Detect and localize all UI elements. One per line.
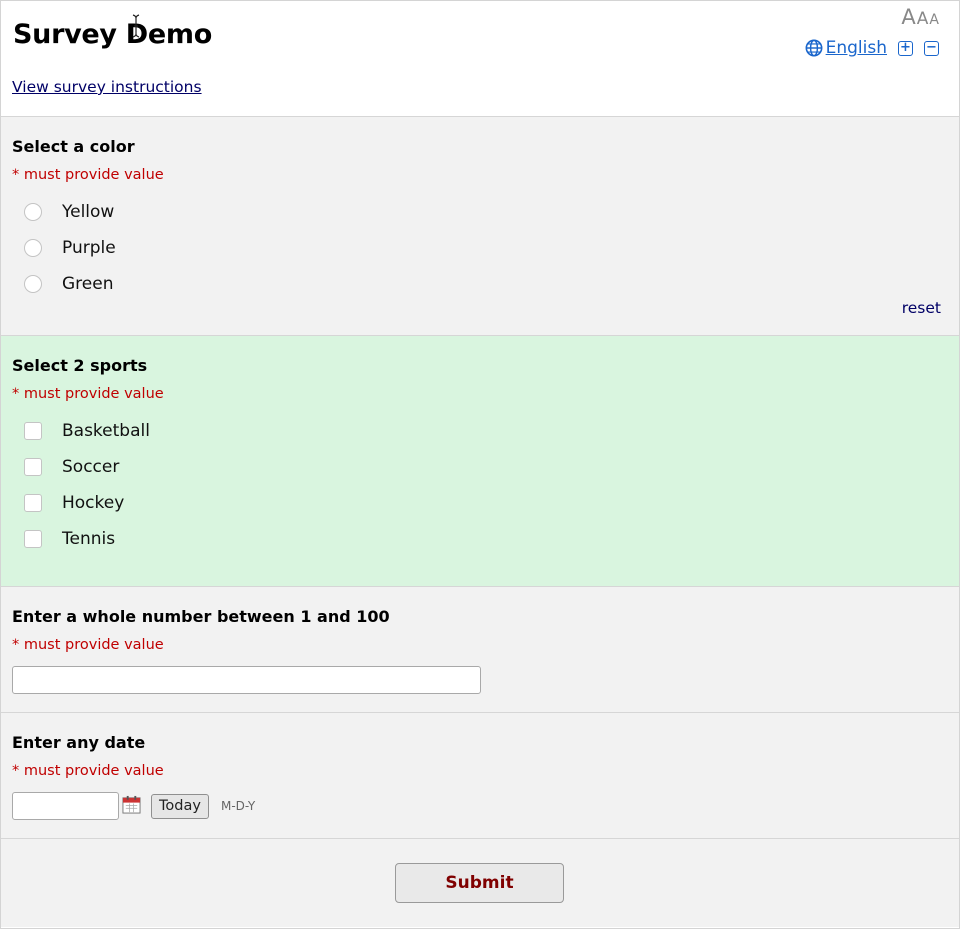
- question-color: Select a color * must provide value Yell…: [1, 117, 959, 336]
- checkbox[interactable]: [24, 494, 42, 512]
- checkbox-option-soccer[interactable]: Soccer: [24, 457, 119, 477]
- text-size-large[interactable]: A: [901, 7, 915, 28]
- option-label: Basketball: [62, 421, 150, 441]
- zoom-out-icon[interactable]: −: [924, 40, 939, 56]
- radio-button[interactable]: [24, 203, 42, 221]
- required-note: * must provide value: [12, 763, 164, 779]
- radio-button[interactable]: [24, 239, 42, 257]
- language-bar: English + −: [805, 38, 939, 58]
- question-number: Enter a whole number between 1 and 100 *…: [1, 587, 959, 713]
- text-size-medium[interactable]: A: [917, 11, 929, 28]
- date-input[interactable]: [12, 792, 119, 820]
- calendar-icon[interactable]: [122, 795, 141, 814]
- language-label[interactable]: English: [826, 38, 887, 58]
- radio-button[interactable]: [24, 275, 42, 293]
- option-label: Purple: [62, 238, 116, 258]
- question-label: Select 2 sports: [12, 356, 148, 375]
- checkbox-option-hockey[interactable]: Hockey: [24, 493, 124, 513]
- submit-area: Submit: [1, 839, 959, 927]
- radio-option-purple[interactable]: Purple: [24, 238, 116, 258]
- text-size-small[interactable]: A: [929, 13, 939, 27]
- language-selector[interactable]: English: [805, 38, 887, 58]
- number-input[interactable]: [12, 666, 481, 694]
- required-note: * must provide value: [12, 386, 164, 402]
- reset-link[interactable]: reset: [902, 299, 941, 317]
- checkbox[interactable]: [24, 422, 42, 440]
- question-sports: Select 2 sports * must provide value Bas…: [1, 336, 959, 587]
- radio-option-green[interactable]: Green: [24, 274, 113, 294]
- today-button[interactable]: Today: [151, 794, 209, 819]
- option-label: Yellow: [62, 202, 115, 222]
- globe-icon: [805, 39, 823, 57]
- survey-page: Survey Demo View survey instructions AAA…: [0, 0, 960, 929]
- question-label: Enter any date: [12, 733, 146, 752]
- survey-header: Survey Demo View survey instructions AAA…: [1, 1, 959, 117]
- text-size-icon[interactable]: AAA: [900, 7, 939, 28]
- zoom-in-icon[interactable]: +: [898, 40, 913, 56]
- text-cursor-icon: [132, 14, 140, 38]
- option-label: Hockey: [62, 493, 125, 513]
- checkbox[interactable]: [24, 530, 42, 548]
- submit-button[interactable]: Submit: [395, 863, 564, 903]
- option-label: Soccer: [62, 457, 120, 477]
- checkbox[interactable]: [24, 458, 42, 476]
- survey-instructions-link[interactable]: View survey instructions: [12, 78, 202, 96]
- required-note: * must provide value: [12, 637, 164, 653]
- question-label: Enter a whole number between 1 and 100: [12, 607, 390, 626]
- survey-title: Survey Demo: [13, 19, 213, 50]
- checkbox-option-basketball[interactable]: Basketball: [24, 421, 150, 441]
- checkbox-option-tennis[interactable]: Tennis: [24, 529, 115, 549]
- option-label: Tennis: [62, 529, 116, 549]
- radio-option-yellow[interactable]: Yellow: [24, 202, 114, 222]
- date-format-hint: M-D-Y: [221, 799, 256, 813]
- required-note: * must provide value: [12, 167, 164, 183]
- question-label: Select a color: [12, 137, 135, 156]
- option-label: Green: [62, 274, 114, 294]
- question-date: Enter any date * must provide value Toda…: [1, 713, 959, 839]
